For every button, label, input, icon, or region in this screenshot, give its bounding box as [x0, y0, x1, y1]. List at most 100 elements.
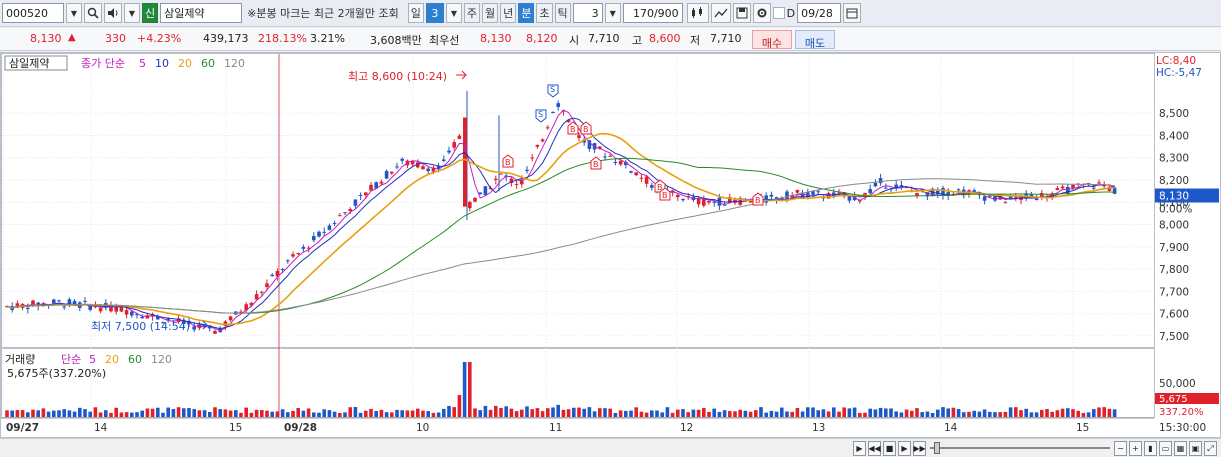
volume-bar — [379, 409, 384, 417]
scroll-right-button[interactable]: ▶ — [853, 441, 866, 456]
volume-bar — [332, 411, 337, 417]
volume-bar — [1029, 412, 1034, 417]
volume-bar — [1008, 407, 1013, 417]
candle-body — [551, 111, 555, 113]
hc-label: HC:-5,47 — [1156, 67, 1202, 79]
tab-week[interactable]: 주 — [463, 3, 481, 23]
day-count-text: 3 — [431, 6, 439, 20]
grid-button[interactable]: ▦ — [1174, 441, 1187, 456]
zoom-in-button[interactable]: + — [1129, 441, 1142, 456]
buy-button[interactable]: 매수 — [752, 30, 792, 50]
chart-scrollbar[interactable]: ▶ ◀◀ ■ ▶ ▶▶ − + ▮ ▭ ▦ ▣ ⤢ — [0, 438, 1221, 457]
volume-bar — [972, 410, 976, 417]
volume-bar — [702, 408, 706, 417]
tab-year[interactable]: 년 — [500, 3, 517, 23]
volume-bar — [494, 405, 498, 417]
volume-bar — [364, 410, 368, 417]
volume-bar — [930, 412, 935, 417]
volume-bar — [1107, 408, 1112, 417]
volume-bar — [925, 411, 930, 417]
code-dropdown-button[interactable]: ▼ — [66, 3, 82, 23]
view-button[interactable]: ▭ — [1159, 441, 1172, 456]
candle-body — [785, 191, 789, 201]
volume-bar — [655, 410, 659, 417]
candle-body — [982, 196, 987, 201]
interval-dropdown[interactable]: ▼ — [604, 3, 621, 23]
volume-bar — [780, 407, 784, 417]
sell-marker-label: S — [550, 85, 555, 94]
expand-button[interactable]: ▣ — [1189, 441, 1202, 456]
volume-bar — [202, 410, 207, 417]
sell-button-label: 매도 — [804, 37, 826, 50]
sound-dropdown-button[interactable]: ▼ — [124, 3, 140, 23]
candle-body — [384, 170, 389, 179]
volume-bar — [691, 409, 696, 417]
zoom-slider-track[interactable] — [930, 447, 1110, 449]
volume-bar — [728, 411, 732, 417]
candle-body — [296, 253, 300, 255]
candle-body — [442, 159, 446, 162]
credit-badge: 신 — [142, 3, 159, 23]
candle-body — [280, 268, 285, 270]
tools-button[interactable] — [686, 3, 709, 23]
trendline-icon — [714, 8, 728, 18]
volume-bar — [488, 409, 493, 417]
price-chart[interactable]: 8,5008,4008,3008,2008,1008,0007,9007,800… — [1, 53, 1220, 437]
calendar-button[interactable] — [843, 3, 862, 23]
candle-body — [525, 169, 529, 172]
play-button[interactable]: ▶ — [898, 441, 911, 456]
date-checkbox[interactable] — [772, 7, 785, 19]
date-input[interactable]: 09/28 — [797, 3, 842, 23]
quote-bar: 8,130 ▲ 330 +4.23% 439,173 218.13% 3.21%… — [0, 28, 1221, 51]
volume-bar — [884, 408, 888, 417]
chart-type-button[interactable]: ▮ — [1144, 441, 1157, 456]
volume-bar — [696, 409, 701, 417]
candle-body — [795, 189, 800, 193]
ma-legend-item: 5 — [139, 57, 146, 70]
day-count-field[interactable]: 3 — [425, 3, 444, 23]
sound-button[interactable] — [104, 3, 122, 23]
interval-input[interactable]: 3 — [572, 3, 603, 23]
volume-bar — [1045, 409, 1049, 417]
candle-body — [639, 177, 644, 179]
volume-bar — [228, 410, 233, 417]
settings-button[interactable] — [752, 3, 771, 23]
volume-bar — [176, 407, 181, 417]
current-price: 8,130 — [30, 32, 62, 45]
volume-bar — [962, 412, 966, 417]
chart-panel[interactable]: 8,500 8,400 8,300 8,200 8,100 8,000 7,900 7,800… — [0, 52, 1221, 438]
candle-body — [1092, 187, 1096, 189]
x-tick-label: 09/27 — [6, 422, 39, 434]
scroll-first-button[interactable]: ◀◀ — [868, 441, 881, 456]
stop-button[interactable]: ■ — [883, 441, 896, 456]
candle-body — [546, 127, 550, 129]
volume-bar — [36, 410, 40, 417]
tab-tick[interactable]: 틱 — [554, 3, 571, 23]
fullscreen-button[interactable]: ⤢ — [1204, 441, 1217, 456]
stock-name-field[interactable]: 삼일제약 — [160, 3, 243, 23]
volume-bar — [98, 412, 103, 417]
sell-button[interactable]: 매도 — [795, 30, 835, 50]
day-count-dropdown[interactable]: ▼ — [445, 3, 462, 23]
chevron-down-icon: ▼ — [450, 8, 457, 18]
tab-month[interactable]: 월 — [482, 3, 499, 23]
volume-bar — [644, 412, 649, 417]
volume-bar — [416, 408, 420, 417]
volume-bar — [483, 405, 488, 417]
volume-bar — [509, 408, 514, 417]
zoom-out-button[interactable]: − — [1114, 441, 1127, 456]
stock-code-input[interactable]: 000520 — [2, 3, 64, 23]
ma-legend-item: 20 — [178, 57, 192, 70]
search-button[interactable] — [84, 3, 102, 23]
volume-bar — [910, 410, 914, 417]
candle-body — [603, 156, 607, 158]
scroll-last-button[interactable]: ▶▶ — [913, 441, 926, 456]
draw-button[interactable] — [710, 3, 731, 23]
save-button[interactable] — [732, 3, 751, 23]
zoom-slider-handle[interactable] — [934, 442, 940, 454]
tab-day[interactable]: 일 — [407, 3, 424, 23]
volume-bar — [254, 409, 259, 417]
tab-second[interactable]: 초 — [536, 3, 553, 23]
tab-minute[interactable]: 분 — [518, 3, 535, 23]
count-input[interactable]: 170/900 — [622, 3, 683, 23]
